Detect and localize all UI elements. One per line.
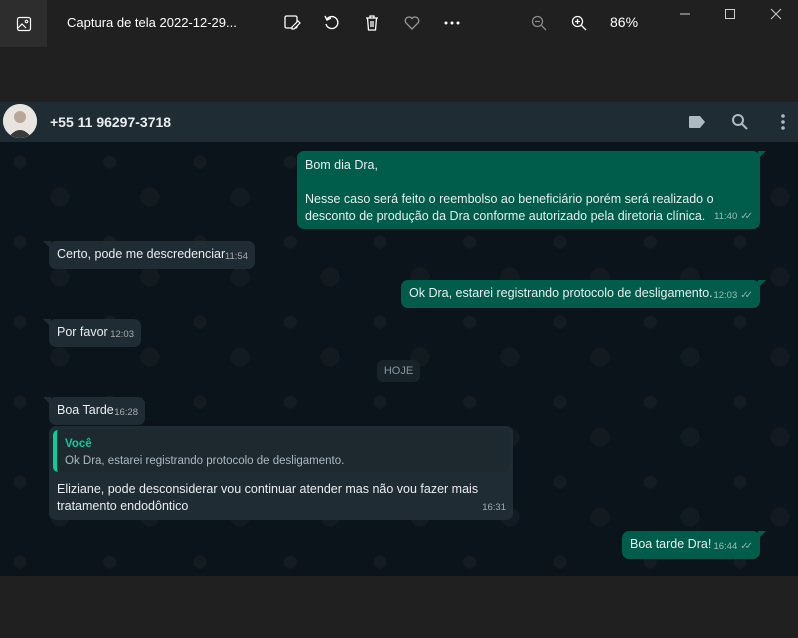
chat-header: +55 11 96297-3718 [0, 102, 798, 142]
message-text: Boa Tarde [57, 403, 114, 417]
message-outgoing[interactable]: Boa tarde Dra! 16:44 ✓✓ [622, 531, 766, 559]
label-icon[interactable] [686, 111, 708, 133]
window-title: Captura de tela 2022-12-29... [67, 15, 237, 30]
edit-image-icon[interactable] [281, 12, 303, 34]
title-bar: Captura de tela 2022-12-29... 86% [0, 0, 798, 47]
message-time: 11:40 ✓✓ [714, 208, 753, 225]
delete-icon[interactable] [361, 12, 383, 34]
quote-text: Ok Dra, estarei registrando protocolo de… [65, 455, 345, 467]
message-text: Eliziane, pode desconsiderar vou continu… [57, 482, 482, 513]
whatsapp-screenshot: +55 11 96297-3718 Bom dia Dra, Nesse cas… [0, 102, 798, 576]
contact-name[interactable]: +55 11 96297-3718 [50, 114, 171, 130]
zoom-level[interactable]: 86% [610, 14, 638, 30]
photos-app-icon[interactable] [0, 0, 47, 47]
day-separator: HOJE [377, 360, 420, 382]
close-icon[interactable] [766, 6, 786, 22]
more-icon[interactable] [441, 12, 463, 34]
message-text: Por favor [57, 325, 108, 339]
message-time: 12:03 ✓✓ [713, 287, 753, 304]
zoom-out-icon[interactable] [528, 12, 550, 34]
message-time: 16:44 ✓✓ [713, 538, 753, 555]
message-incoming-reply[interactable]: Você Ok Dra, estarei registrando protoco… [49, 426, 513, 520]
quoted-message[interactable]: Você Ok Dra, estarei registrando protoco… [53, 430, 510, 472]
minimize-icon[interactable] [675, 6, 695, 22]
message-outgoing[interactable]: Bom dia Dra, Nesse caso será feito o ree… [297, 151, 766, 229]
message-text: Bom dia Dra, Nesse caso será feito o ree… [305, 158, 714, 223]
message-text: Boa tarde Dra! [630, 537, 712, 551]
message-incoming[interactable]: Boa Tarde 16:28 [43, 397, 145, 425]
message-incoming[interactable]: Certo, pode me descredenciar 11:54 [43, 241, 255, 269]
read-receipt-icon: ✓✓ [740, 541, 753, 552]
message-outgoing[interactable]: Ok Dra, estarei registrando protocolo de… [401, 280, 766, 308]
search-icon[interactable] [729, 111, 751, 133]
message-time: 11:54 [224, 251, 248, 262]
rotate-icon[interactable] [321, 12, 343, 34]
read-receipt-icon: ✓✓ [740, 211, 753, 222]
message-text: Ok Dra, estarei registrando protocolo de… [409, 286, 713, 300]
avatar[interactable] [3, 104, 37, 138]
message-time: 16:28 [114, 407, 138, 418]
quote-author: Você [65, 438, 92, 450]
message-incoming[interactable]: Por favor 12:03 [43, 319, 141, 347]
message-text: Certo, pode me descredenciar [57, 247, 226, 261]
message-time: 16:31 [482, 502, 506, 513]
chat-area: Bom dia Dra, Nesse caso será feito o ree… [0, 142, 798, 576]
favorite-icon[interactable] [401, 12, 423, 34]
read-receipt-icon: ✓✓ [740, 290, 753, 301]
zoom-in-icon[interactable] [568, 12, 590, 34]
maximize-icon[interactable] [720, 6, 740, 22]
message-time: 12:03 [110, 329, 134, 340]
menu-dots-icon[interactable] [772, 111, 794, 133]
